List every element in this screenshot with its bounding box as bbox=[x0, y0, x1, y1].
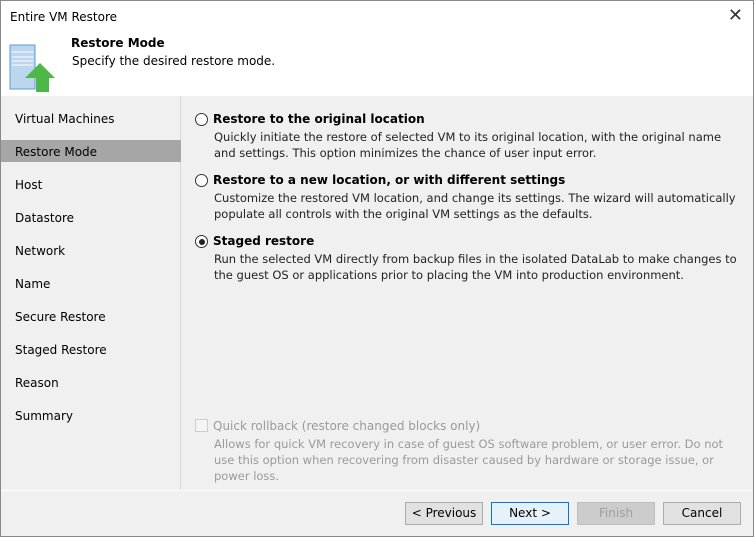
step-reason[interactable]: Reason bbox=[1, 371, 181, 393]
radio-new-location[interactable] bbox=[195, 174, 208, 187]
step-network[interactable]: Network bbox=[1, 239, 181, 261]
option-label[interactable]: Restore to the original location bbox=[213, 112, 425, 126]
previous-button[interactable]: < Previous bbox=[405, 502, 483, 525]
radio-original-location[interactable] bbox=[195, 113, 208, 126]
step-name[interactable]: Name bbox=[1, 272, 181, 294]
restore-mode-panel: Restore to the original location Quickly… bbox=[182, 96, 753, 490]
step-staged-restore[interactable]: Staged Restore bbox=[1, 338, 181, 360]
step-secure-restore[interactable]: Secure Restore bbox=[1, 305, 181, 327]
window-title: Entire VM Restore bbox=[10, 10, 118, 24]
option-description: Customize the restored VM location, and … bbox=[214, 191, 736, 221]
page-title: Restore Mode bbox=[71, 36, 165, 50]
step-datastore[interactable]: Datastore bbox=[1, 206, 181, 228]
finish-button: Finish bbox=[577, 502, 655, 525]
quick-rollback-label: Quick rollback (restore changed blocks o… bbox=[213, 419, 481, 433]
step-summary[interactable]: Summary bbox=[1, 404, 181, 426]
footer-divider bbox=[1, 490, 753, 491]
step-host[interactable]: Host bbox=[1, 173, 181, 195]
option-description: Run the selected VM directly from backup… bbox=[214, 252, 737, 282]
cancel-button[interactable]: Cancel bbox=[663, 502, 741, 525]
quick-rollback-description: Allows for quick VM recovery in case of … bbox=[214, 437, 724, 483]
step-restore-mode[interactable]: Restore Mode bbox=[1, 140, 181, 162]
next-button[interactable]: Next > bbox=[491, 502, 569, 525]
radio-staged-restore[interactable] bbox=[195, 235, 208, 248]
page-subtitle: Specify the desired restore mode. bbox=[72, 54, 276, 68]
option-label[interactable]: Staged restore bbox=[213, 234, 314, 248]
wizard-steps: Virtual Machines Restore Mode Host Datas… bbox=[1, 96, 181, 490]
close-icon[interactable]: ✕ bbox=[728, 5, 743, 26]
option-description: Quickly initiate the restore of selected… bbox=[214, 130, 722, 160]
restore-icon bbox=[9, 44, 55, 92]
option-label[interactable]: Restore to a new location, or with diffe… bbox=[213, 173, 565, 187]
wizard-window: Entire VM Restore ✕ Restore Mode Specify… bbox=[0, 0, 754, 537]
step-virtual-machines[interactable]: Virtual Machines bbox=[1, 107, 181, 129]
quick-rollback-checkbox[interactable] bbox=[195, 419, 208, 432]
wizard-header: Restore Mode Specify the desired restore… bbox=[1, 33, 753, 96]
title-bar: Entire VM Restore ✕ bbox=[1, 1, 753, 33]
